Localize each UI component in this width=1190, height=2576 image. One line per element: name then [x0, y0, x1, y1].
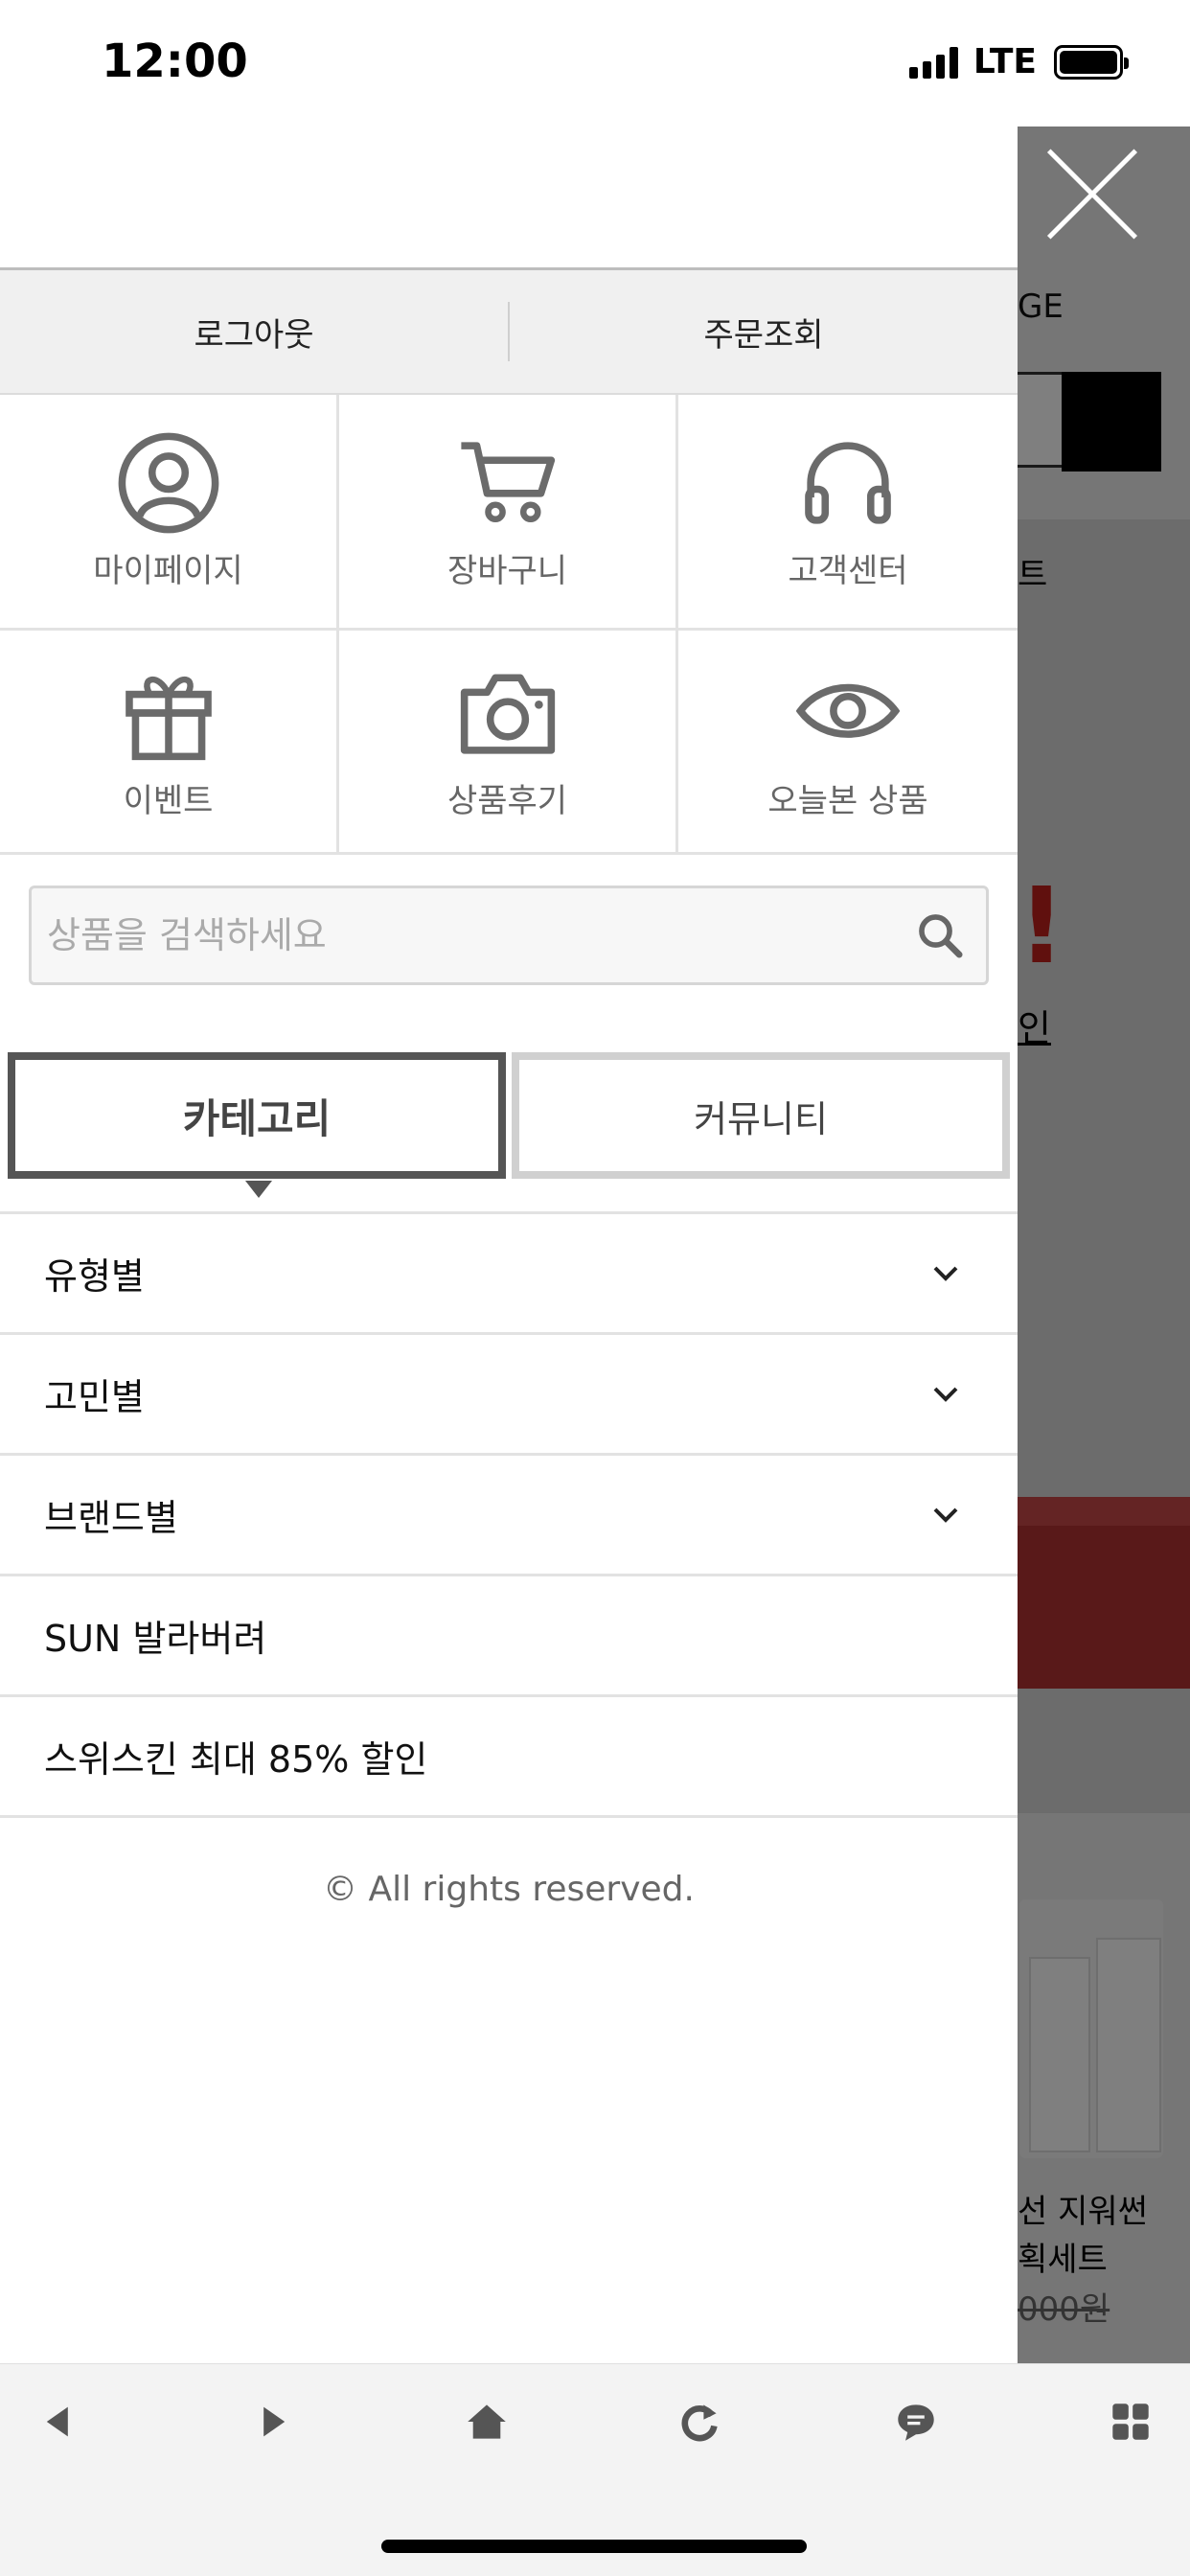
- user-circle-icon: [118, 432, 218, 534]
- tab-community[interactable]: 커뮤니티: [512, 1052, 1010, 1179]
- status-time: 12:00: [102, 34, 248, 88]
- category-label: 스위스킨 최대 85% 할인: [44, 1738, 428, 1781]
- event-label: 이벤트: [123, 782, 214, 820]
- mypage-label: 마이페이지: [93, 552, 243, 590]
- cart-button[interactable]: 장바구니: [339, 395, 678, 631]
- review-button[interactable]: 상품후기: [339, 631, 678, 855]
- menu-tabs: 카테고리 커뮤니티: [0, 1052, 1018, 1198]
- order-lookup-button[interactable]: 주문조회: [510, 309, 1018, 356]
- category-label: SUN 발라버려: [44, 1618, 267, 1660]
- drawer-header: [0, 126, 1018, 270]
- category-item-sun[interactable]: SUN 발라버려: [0, 1576, 1018, 1697]
- back-button[interactable]: [31, 2393, 88, 2450]
- tab-category-label: 카테고리: [182, 1094, 332, 1142]
- browser-toolbar: [0, 2363, 1190, 2576]
- home-icon: [468, 2404, 506, 2439]
- dim-overlay[interactable]: [1018, 126, 1190, 2363]
- battery-icon: [1054, 44, 1129, 80]
- review-label: 상품후기: [446, 782, 568, 820]
- reload-icon: [681, 2404, 718, 2442]
- network-type: LTE: [973, 42, 1037, 81]
- logout-button[interactable]: 로그아웃: [0, 309, 508, 356]
- customer-center-label: 고객센터: [788, 552, 908, 590]
- gift-icon: [125, 676, 212, 761]
- signal-icon: [908, 46, 958, 79]
- chat-icon: [898, 2404, 934, 2441]
- chevron-down-icon[interactable]: [931, 1385, 960, 1404]
- status-bar: 12:00 LTE: [0, 0, 1190, 126]
- account-bar: 로그아웃 주문조회: [0, 270, 1018, 395]
- copyright-text: © All rights reserved.: [323, 1870, 695, 1909]
- headset-icon: [805, 442, 891, 524]
- cart-icon: [460, 442, 555, 523]
- customer-center-button[interactable]: 고객센터: [678, 395, 1018, 631]
- category-item-brand[interactable]: 브랜드별: [0, 1456, 1018, 1576]
- reload-button[interactable]: [671, 2393, 728, 2450]
- recently-viewed-button[interactable]: 오늘본 상품: [678, 631, 1018, 855]
- category-label: 브랜드별: [44, 1497, 178, 1539]
- shortcut-grid-row1: 마이페이지 장바구니 고객센터: [0, 395, 1018, 631]
- search-section: [0, 855, 1018, 1052]
- home-button[interactable]: [458, 2393, 515, 2450]
- status-indicators: LTE: [908, 42, 1129, 81]
- chat-button[interactable]: [887, 2393, 945, 2450]
- menu-grid-button[interactable]: [1102, 2393, 1159, 2450]
- event-button[interactable]: 이벤트: [0, 631, 339, 855]
- close-icon[interactable]: [1041, 144, 1140, 243]
- chevron-down-icon[interactable]: [931, 1264, 960, 1283]
- mypage-button[interactable]: 마이페이지: [0, 395, 339, 631]
- home-indicator: [381, 2540, 807, 2553]
- category-label: 고민별: [44, 1376, 145, 1418]
- side-drawer: 로그아웃 주문조회 마이페이지 장바구니 고객센터 이벤트 상품후기 오늘본 상…: [0, 126, 1018, 2363]
- category-item-concern[interactable]: 고민별: [0, 1335, 1018, 1456]
- search-input[interactable]: [47, 914, 913, 956]
- back-arrow-icon: [46, 2406, 68, 2437]
- category-list: 유형별 고민별 브랜드별 SUN 발라버려 스위스킨 최대 85% 할인: [0, 1211, 1018, 1818]
- chevron-down-icon[interactable]: [931, 1506, 960, 1525]
- cart-label: 장바구니: [446, 552, 568, 590]
- shortcut-grid-row2: 이벤트 상품후기 오늘본 상품: [0, 631, 1018, 855]
- grid-icon: [1112, 2404, 1149, 2440]
- category-label: 유형별: [44, 1255, 145, 1298]
- search-box: [29, 886, 989, 985]
- category-item-type[interactable]: 유형별: [0, 1214, 1018, 1335]
- forward-button[interactable]: [243, 2393, 301, 2450]
- active-tab-pointer: [245, 1181, 272, 1198]
- tab-community-label: 커뮤니티: [694, 1097, 828, 1140]
- tab-category[interactable]: 카테고리: [8, 1052, 506, 1198]
- eye-icon: [796, 683, 900, 738]
- camera-icon: [460, 674, 555, 754]
- search-icon[interactable]: [913, 908, 967, 962]
- forward-arrow-icon: [263, 2406, 286, 2437]
- category-item-swiskin-sale[interactable]: 스위스킨 최대 85% 할인: [0, 1697, 1018, 1818]
- recently-viewed-label: 오늘본 상품: [767, 782, 928, 820]
